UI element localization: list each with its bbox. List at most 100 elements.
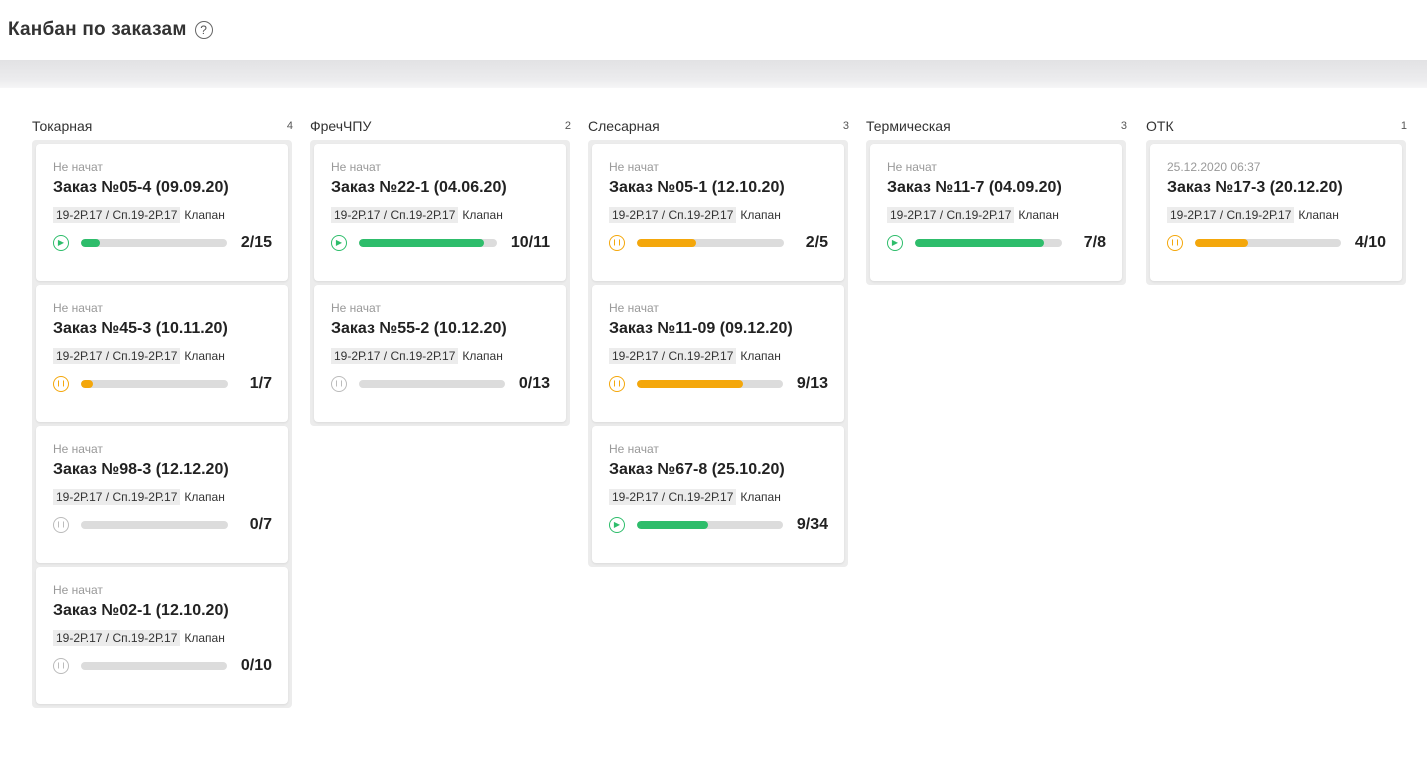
column-header: ФречЧПУ 2 <box>310 114 571 138</box>
column-title: Слесарная <box>588 118 660 134</box>
column-header: Термическая 3 <box>866 114 1127 138</box>
item-name: Клапан <box>740 349 781 363</box>
item-name: Клапан <box>184 490 225 504</box>
progress-fill <box>637 380 744 388</box>
order-card[interactable]: Не начат Заказ №11-09 (09.12.20) 19-2Р.17 … <box>592 285 844 422</box>
order-card[interactable]: Не начат Заказ №67-8 (25.10.20) 19-2Р.17 /… <box>592 426 844 563</box>
order-card[interactable]: Не начат Заказ №98-3 (12.12.20) 19-2Р.17 /… <box>36 426 288 563</box>
spec-code: 19-2Р.17 / Сп.19-2Р.17 <box>609 348 737 364</box>
spec-code: 19-2Р.17 / Сп.19-2Р.17 <box>53 207 181 223</box>
order-meta: 19-2Р.17 / Сп.19-2Р.17 Клапан <box>53 348 272 364</box>
order-title: Заказ №11-7 (04.09.20) <box>887 179 1062 196</box>
pause-icon[interactable]: ❙❙ <box>53 517 69 533</box>
spec-code: 19-2Р.17 / Сп.19-2Р.17 <box>331 348 459 364</box>
progress-fill <box>637 239 696 247</box>
order-meta: 19-2Р.17 / Сп.19-2Р.17 Клапан <box>53 630 272 646</box>
order-title: Заказ №02-1 (12.10.20) <box>53 602 229 619</box>
order-title: Заказ №05-4 (09.09.20) <box>53 179 229 196</box>
order-card[interactable]: Не начат Заказ №05-4 (09.09.20) 19-2Р.17 /… <box>36 144 288 281</box>
column-card-list: 25.12.2020 06:37 Заказ №17-3 (20.12.20) 19… <box>1146 140 1406 285</box>
item-name: Клапан <box>184 349 225 363</box>
order-title: Заказ №98-3 (12.12.20) <box>53 461 229 478</box>
progress-bar <box>1195 239 1341 247</box>
progress-fill <box>81 239 100 247</box>
spec-code: 19-2Р.17 / Сп.19-2Р.17 <box>887 207 1015 223</box>
kanban-column: Токарная 4 Не начат Заказ №05-4 (09.09.20) 1… <box>32 88 293 708</box>
order-card[interactable]: Не начат Заказ №02-1 (12.10.20) 19-2Р.17 /… <box>36 567 288 704</box>
progress-bar <box>81 662 227 670</box>
progress-fill <box>915 239 1045 247</box>
kanban-column: ОТК 1 25.12.2020 06:37 Заказ №17-3 (20.12.2… <box>1146 88 1407 285</box>
order-card[interactable]: Не начат Заказ №05-1 (12.10.20) 19-2Р.17 /… <box>592 144 844 281</box>
spec-code: 19-2Р.17 / Сп.19-2Р.17 <box>331 207 459 223</box>
order-title: Заказ №45-3 (10.11.20) <box>53 320 228 337</box>
page-header: Канбан по заказам ? <box>0 0 1427 60</box>
pause-icon[interactable]: ❙❙ <box>53 376 69 392</box>
question-circle-icon[interactable]: ? <box>194 21 213 39</box>
play-icon[interactable]: ▶ <box>53 235 69 251</box>
progress-count: 4/10 <box>1354 234 1386 251</box>
column-card-list: Не начат Заказ №05-4 (09.09.20) 19-2Р.17 /… <box>32 140 292 708</box>
order-card[interactable]: Не начат Заказ №55-2 (10.12.20) 19-2Р.17 /… <box>314 285 566 422</box>
pause-icon[interactable]: ❙❙ <box>53 658 69 674</box>
order-meta: 19-2Р.17 / Сп.19-2Р.17 Клапан <box>609 489 828 505</box>
order-status: 25.12.2020 06:37 <box>1167 160 1261 174</box>
item-name: Клапан <box>1298 208 1339 222</box>
item-name: Клапан <box>462 349 503 363</box>
spec-code: 19-2Р.17 / Сп.19-2Р.17 <box>609 207 737 223</box>
toolbar-band <box>0 60 1427 88</box>
spec-code: 19-2Р.17 / Сп.19-2Р.17 <box>1167 207 1295 223</box>
progress-bar <box>915 239 1062 247</box>
play-icon[interactable]: ▶ <box>331 235 347 251</box>
progress-bar <box>81 239 227 247</box>
pause-icon[interactable]: ❙❙ <box>331 376 347 392</box>
item-name: Клапан <box>740 490 781 504</box>
progress-count: 0/7 <box>249 516 272 533</box>
order-card[interactable]: Не начат Заказ №11-7 (04.09.20) 19-2Р.17 /… <box>870 144 1122 281</box>
progress-count: 2/5 <box>805 234 828 251</box>
spec-code: 19-2Р.17 / Сп.19-2Р.17 <box>53 489 181 505</box>
progress-count: 9/34 <box>796 516 828 533</box>
order-meta: 19-2Р.17 / Сп.19-2Р.17 Клапан <box>53 489 272 505</box>
progress-count: 7/8 <box>1083 234 1106 251</box>
pause-icon[interactable]: ❙❙ <box>609 235 625 251</box>
play-icon[interactable]: ▶ <box>609 517 625 533</box>
order-status: Не начат <box>609 160 659 174</box>
order-status: Не начат <box>609 442 659 456</box>
order-meta: 19-2Р.17 / Сп.19-2Р.17 Клапан <box>887 207 1106 223</box>
column-card-list: Не начат Заказ №05-1 (12.10.20) 19-2Р.17 /… <box>588 140 848 567</box>
order-meta: 19-2Р.17 / Сп.19-2Р.17 Клапан <box>331 348 550 364</box>
progress-row: ❙❙ 2/5 <box>609 233 828 253</box>
progress-fill <box>359 239 485 247</box>
item-name: Клапан <box>184 208 225 222</box>
order-meta: 19-2Р.17 / Сп.19-2Р.17 Клапан <box>331 207 550 223</box>
progress-bar <box>81 380 228 388</box>
progress-bar <box>637 380 783 388</box>
order-meta: 19-2Р.17 / Сп.19-2Р.17 Клапан <box>1167 207 1386 223</box>
column-title: ФречЧПУ <box>310 118 372 134</box>
order-status: Не начат <box>53 301 103 315</box>
progress-count: 0/13 <box>518 375 550 392</box>
pause-icon[interactable]: ❙❙ <box>609 376 625 392</box>
column-title: Токарная <box>32 118 93 134</box>
order-title: Заказ №11-09 (09.12.20) <box>609 320 793 337</box>
progress-count: 1/7 <box>249 375 272 392</box>
column-header: ОТК 1 <box>1146 114 1407 138</box>
order-status: Не начат <box>887 160 937 174</box>
spec-code: 19-2Р.17 / Сп.19-2Р.17 <box>53 630 181 646</box>
progress-count: 9/13 <box>796 375 828 392</box>
progress-row: ❙❙ 4/10 <box>1167 233 1386 253</box>
progress-row: ❙❙ 9/13 <box>609 374 828 394</box>
order-card[interactable]: Не начат Заказ №45-3 (10.11.20) 19-2Р.17 /… <box>36 285 288 422</box>
order-card[interactable]: Не начат Заказ №22-1 (04.06.20) 19-2Р.17 /… <box>314 144 566 281</box>
spec-code: 19-2Р.17 / Сп.19-2Р.17 <box>53 348 181 364</box>
order-card[interactable]: 25.12.2020 06:37 Заказ №17-3 (20.12.20) 19… <box>1150 144 1402 281</box>
item-name: Клапан <box>1018 208 1059 222</box>
play-icon[interactable]: ▶ <box>887 235 903 251</box>
column-count: 3 <box>842 120 849 132</box>
progress-fill <box>1195 239 1248 247</box>
pause-icon[interactable]: ❙❙ <box>1167 235 1183 251</box>
progress-count: 2/15 <box>240 234 272 251</box>
column-count: 1 <box>1400 120 1407 132</box>
order-meta: 19-2Р.17 / Сп.19-2Р.17 Клапан <box>609 207 828 223</box>
